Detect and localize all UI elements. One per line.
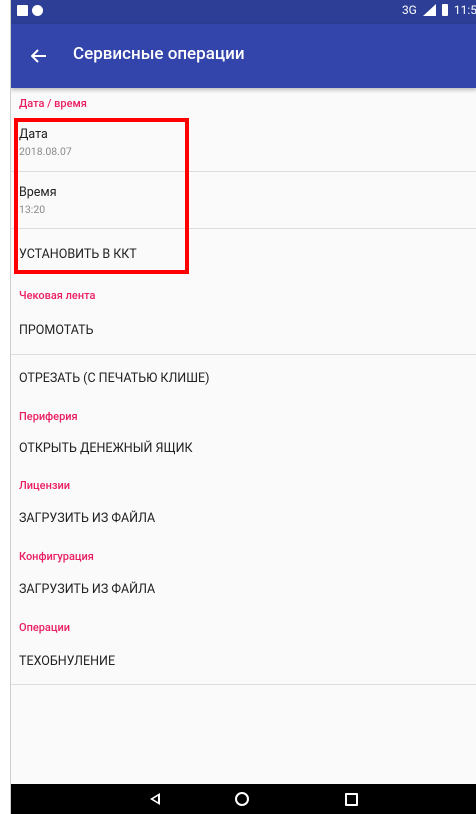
cut-tape-button[interactable]: ОТРЕЗАТЬ (С ПЕЧАТЬЮ КЛИШЕ) (11, 355, 476, 401)
settings-list: Дата / время Дата 2018.08.07 Время 13:20… (11, 88, 476, 685)
image-notification-icon (17, 5, 28, 16)
list-item-date[interactable]: Дата 2018.08.07 (11, 114, 476, 171)
tech-reset-button[interactable]: ТЕХОБНУЛЕНИЕ (11, 638, 476, 684)
date-value: 2018.08.07 (19, 145, 72, 158)
network-type: 3G (401, 3, 417, 17)
status-indicators: 3G 11:5 (402, 3, 476, 17)
date-label: Дата (19, 127, 48, 142)
section-header-licenses: Лицензии (19, 479, 71, 492)
section-header-configuration: Конфигурация (19, 550, 94, 563)
back-button[interactable] (21, 40, 57, 72)
square-recent-icon (344, 792, 358, 806)
open-cash-drawer-button[interactable]: ОТКРЫТЬ ДЕНЕЖНЫЙ ЯЩИК (11, 427, 476, 470)
section-header-periphery: Периферия (19, 410, 78, 423)
arrow-left-icon (31, 49, 46, 63)
feed-tape-button[interactable]: ПРОМОТАТЬ (11, 306, 476, 354)
status-time: 11:5 (453, 3, 476, 17)
load-licenses-button[interactable]: ЗАГРУЗИТЬ ИЗ ФАЙЛА (11, 496, 476, 541)
section-header-receipt-tape: Чековая лента (19, 289, 96, 302)
status-bar: 3G 11:5 (11, 0, 476, 24)
device-screen: 3G 11:5 Сервисные операции Дата / время … (10, 0, 476, 814)
nav-back-button[interactable] (145, 790, 165, 808)
navigation-bar (11, 784, 476, 814)
list-item-time[interactable]: Время 13:20 (11, 172, 476, 228)
load-configuration-button[interactable]: ЗАГРУЗИТЬ ИЗ ФАЙЛА (11, 567, 476, 612)
circle-home-icon (235, 792, 249, 806)
signal-icon (422, 4, 436, 16)
time-value: 13:20 (19, 202, 46, 216)
triangle-back-icon (150, 793, 160, 805)
section-header-datetime: Дата / время (19, 97, 87, 110)
battery-icon (441, 4, 448, 16)
status-notifications (17, 5, 43, 16)
divider (11, 684, 476, 685)
time-label: Время (19, 184, 57, 200)
app-bar: Сервисные операции (11, 24, 476, 88)
set-in-kkt-button[interactable]: УСТАНОВИТЬ В ККТ (11, 229, 476, 280)
dot-notification-icon (32, 5, 43, 16)
nav-home-button[interactable] (232, 790, 252, 808)
page-title: Сервисные операции (73, 44, 245, 64)
nav-recent-apps-button[interactable] (341, 790, 361, 808)
section-header-operations: Операции (19, 621, 71, 634)
